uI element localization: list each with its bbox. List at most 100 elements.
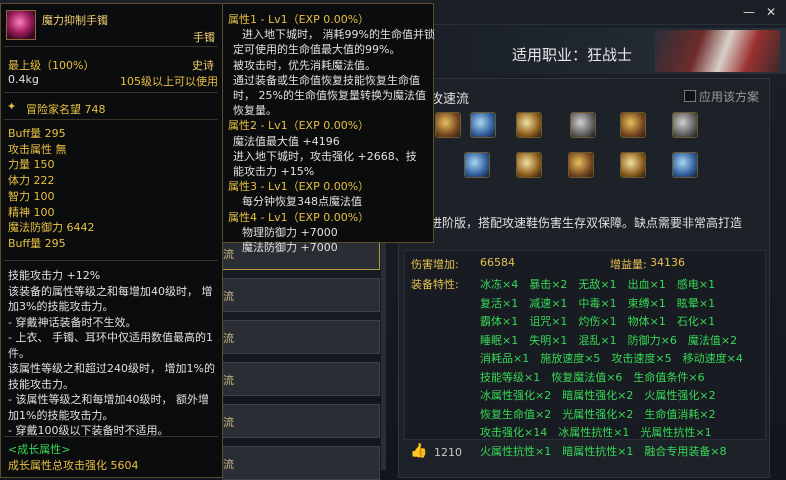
skill-line: 该装备的属性等级之和每增加40级时， 增 bbox=[8, 284, 213, 298]
equipment-slot-icon[interactable] bbox=[435, 112, 461, 138]
divider bbox=[4, 260, 218, 261]
traits-list: 冰冻×4 暴击×2 无敌×1 出血×1 感电×1 复活×1 减速×1 中毒×1 … bbox=[480, 276, 760, 461]
equipment-slot-icon[interactable] bbox=[568, 152, 594, 178]
base-stat: Buff量 295 bbox=[8, 127, 66, 140]
close-button[interactable]: ✕ bbox=[764, 5, 778, 19]
trait-line: 攻击强化×14 冰属性抗性×1 光属性抗性×1 bbox=[480, 426, 712, 439]
equipment-slot-icon[interactable] bbox=[570, 112, 596, 138]
character-portrait bbox=[655, 30, 780, 72]
skill-line: 加1%的技能攻击力。 bbox=[8, 408, 114, 422]
like-count: 1210 bbox=[434, 446, 462, 459]
apply-plan-checkbox[interactable] bbox=[684, 90, 696, 102]
skill-effect: 技能攻击力 +12% 该装备的属性等级之和每增加40级时， 增 加3%的技能攻击… bbox=[8, 268, 218, 439]
property-line: 每分钟恢复348点魔法值 bbox=[242, 195, 362, 209]
skill-line: 技能攻击力 +12% bbox=[8, 269, 101, 282]
skill-line: 技能攻击力。 bbox=[8, 377, 74, 391]
plan-row[interactable]: 流 bbox=[222, 278, 380, 312]
plan-title: 攻速流 bbox=[430, 92, 470, 107]
equipment-slot-icon[interactable] bbox=[672, 152, 698, 178]
base-stat: Buff量 295 bbox=[8, 236, 66, 250]
adventurer-fame: 冒险家名望 748 bbox=[26, 103, 106, 116]
trait-line: 睡眠×1 失明×1 混乱×1 防御力×6 魔法值×2 bbox=[480, 333, 738, 347]
divider bbox=[4, 92, 218, 93]
minimize-button[interactable]: — bbox=[742, 5, 756, 19]
skill-line: - 穿戴神话装备时不生效。 bbox=[8, 315, 137, 329]
property-line: 时， 25%的生命值恢复量转换为魔法值 bbox=[233, 89, 426, 103]
growth-title: <成长属性> bbox=[8, 443, 71, 456]
job-label: 适用职业：狂战士 bbox=[512, 46, 633, 64]
property-line: 物理防御力 +7000 bbox=[242, 225, 338, 239]
base-stats: Buff量 295 攻击属性 無 力量 150 体力 222 智力 100 精神… bbox=[8, 126, 95, 252]
skill-line: 件。 bbox=[8, 346, 30, 360]
skill-line: - 上衣、 手镯、耳环中仅适用数值最高的1 bbox=[8, 331, 213, 344]
property-line: 属性3 - Lv1（EXP 0.00%） bbox=[228, 180, 370, 194]
base-stat: 力量 150 bbox=[8, 158, 55, 172]
plan-row[interactable]: 流 bbox=[222, 320, 380, 354]
property-line: 被攻击时，优先消耗魔法值。 bbox=[233, 58, 376, 72]
equipment-slot-icon[interactable] bbox=[516, 152, 542, 178]
trait-line: 消耗品×1 施放速度×5 攻击速度×5 移动速度×4 bbox=[480, 352, 743, 365]
plan-row[interactable]: 流 bbox=[222, 362, 380, 396]
trait-line: 复活×1 减速×1 中毒×1 束缚×1 眩晕×1 bbox=[480, 296, 716, 310]
divider bbox=[4, 119, 218, 120]
property-line: 能攻击力 +15% bbox=[233, 165, 315, 179]
equipment-slot-icon[interactable] bbox=[516, 112, 542, 138]
item-weight: 0.4kg bbox=[8, 73, 39, 86]
growth-property-tooltip: 属性1 - Lv1（EXP 0.00%） 进入地下城时， 消耗99%的生命值并锁… bbox=[222, 3, 435, 254]
traits-label: 装备特性: bbox=[411, 278, 459, 291]
item-type: 手镯 bbox=[193, 31, 215, 44]
equipment-slot-icon[interactable] bbox=[620, 112, 646, 138]
equipment-slot-icon[interactable] bbox=[620, 152, 646, 178]
plan-row-label: 流 bbox=[223, 290, 234, 303]
item-name: 魔力抑制手镯 bbox=[42, 14, 108, 27]
plan-row-label: 流 bbox=[223, 416, 234, 429]
trait-line: 冰冻×4 暴击×2 无敌×1 出血×1 感电×1 bbox=[480, 278, 716, 291]
property-line: 属性2 - Lv1（EXP 0.00%） bbox=[228, 119, 370, 133]
property-line: 进入地下城时， 消耗99%的生命值并锁 bbox=[242, 28, 435, 42]
property-line: 定可使用的生命值最大值的99%。 bbox=[233, 43, 401, 57]
plan-row[interactable]: 流 bbox=[222, 446, 380, 480]
property-line: 属性1 - Lv1（EXP 0.00%） bbox=[228, 13, 370, 26]
base-stat: 精神 100 bbox=[8, 205, 55, 219]
window-title-bar bbox=[430, 0, 786, 25]
skill-line: 该属性等级之和超过240级时， 增加1%的 bbox=[8, 362, 215, 375]
equipment-slot-icon[interactable] bbox=[672, 112, 698, 138]
bracelet-icon bbox=[6, 10, 36, 40]
base-stat: 攻击属性 無 bbox=[8, 142, 67, 156]
item-level-requirement: 105级以上可以使用 bbox=[120, 75, 218, 88]
gain-value: 34136 bbox=[650, 256, 685, 269]
property-line: 进入地下城时，攻击强化 +2668、技 bbox=[233, 149, 417, 163]
trait-line: 火属性抗性×1 暗属性抗性×1 融合专用装备×8 bbox=[480, 444, 727, 458]
equipment-slot-icon[interactable] bbox=[470, 112, 496, 138]
damage-value: 66584 bbox=[480, 256, 515, 269]
skill-line: - 该属性等级之和每增加40级时， 额外增 bbox=[8, 393, 209, 406]
damage-label: 伤害增加: bbox=[411, 258, 459, 271]
plan-row-label: 流 bbox=[223, 332, 234, 345]
gain-label: 增益量: bbox=[610, 258, 647, 271]
item-grade: 最上级（100%） bbox=[8, 59, 95, 72]
item-rarity: 史诗 bbox=[192, 59, 214, 72]
divider bbox=[4, 46, 218, 47]
plan-row[interactable]: 流 bbox=[222, 404, 380, 438]
base-stat: 魔法防御力 6442 bbox=[8, 221, 95, 235]
base-stat: 体力 222 bbox=[8, 174, 55, 188]
trait-line: 冰属性强化×2 暗属性强化×2 火属性强化×2 bbox=[480, 389, 716, 402]
plan-description: 进阶版，搭配攻速鞋伤害生存双保障。缺点需要非常高打造 bbox=[430, 216, 743, 230]
apply-plan-label[interactable]: 应用该方案 bbox=[699, 88, 759, 105]
property-lines: 属性1 - Lv1（EXP 0.00%） 进入地下城时， 消耗99%的生命值并锁… bbox=[228, 12, 435, 255]
property-line: 恢复量。 bbox=[233, 104, 277, 118]
growth-text: 成长属性总攻击强化 5604 bbox=[8, 459, 139, 472]
equipment-slot-icon[interactable] bbox=[464, 152, 490, 178]
skill-line: 加3%的技能攻击力。 bbox=[8, 300, 114, 313]
plan-row-label: 流 bbox=[223, 458, 234, 471]
trait-line: 恢复生命值×2 光属性强化×2 生命值消耗×2 bbox=[480, 407, 716, 421]
plan-row-label: 流 bbox=[223, 374, 234, 387]
base-stat: 智力 100 bbox=[8, 189, 55, 203]
thumbs-up-icon[interactable]: 👍 bbox=[410, 444, 427, 458]
divider bbox=[4, 436, 218, 437]
property-line: 属性4 - Lv1（EXP 0.00%） bbox=[228, 210, 370, 224]
trait-line: 霸体×1 诅咒×1 灼伤×1 物体×1 石化×1 bbox=[480, 315, 716, 328]
fame-icon: ✦ bbox=[7, 100, 17, 113]
trait-line: 技能等级×1 恢复魔法值×6 生命值条件×6 bbox=[480, 370, 705, 384]
list-scrollbar[interactable] bbox=[381, 220, 386, 470]
